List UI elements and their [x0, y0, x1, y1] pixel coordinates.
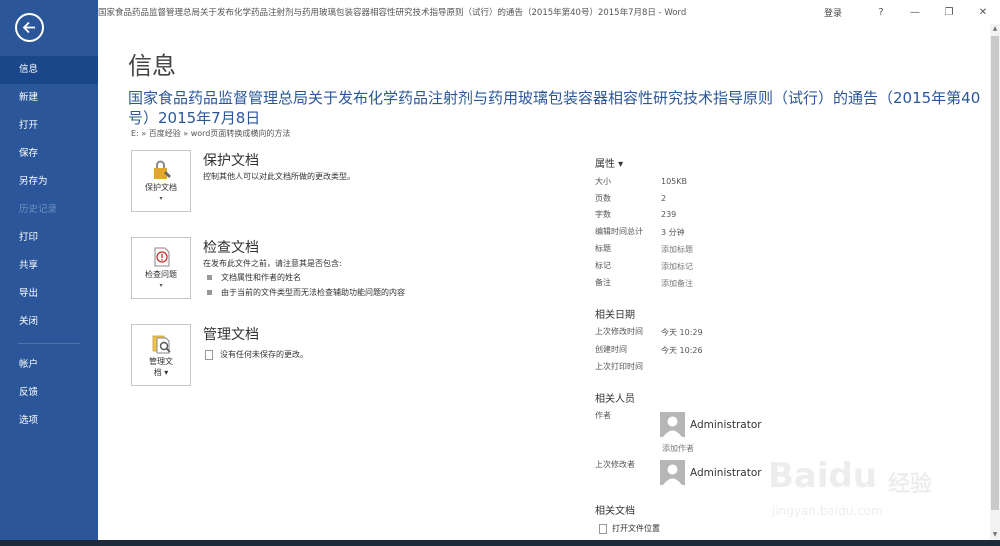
- prop-edit-time-label: 编辑时间总计: [595, 227, 643, 236]
- prop-comments-label: 备注: [595, 278, 611, 287]
- nav-share[interactable]: 共享: [0, 252, 98, 280]
- inspect-bullet: 由于当前的文件类型而无法检查辅助功能问题的内容: [207, 287, 405, 298]
- person-icon: [663, 416, 682, 437]
- protect-document-button[interactable]: 保护文档 ▾: [131, 150, 191, 212]
- vertical-scrollbar[interactable]: ▲ ▼: [990, 24, 1000, 540]
- prop-size-value: 105KB: [661, 177, 688, 186]
- open-file-location-link[interactable]: 打开文件位置: [599, 523, 660, 534]
- check-issues-button[interactable]: 检查问题 ▾: [131, 237, 191, 299]
- scroll-thumb[interactable]: [991, 36, 999, 510]
- watermark-jingyan: 经验: [888, 472, 933, 497]
- close-button[interactable]: ✕: [966, 0, 1000, 24]
- person-icon: [663, 464, 682, 485]
- backstage-sidebar: 信息 新建 打开 保存 另存为 历史记录 打印 共享 导出 关闭 帐户 反馈 选…: [0, 0, 98, 546]
- window-controls: 登录 ? — ❐ ✕: [824, 0, 1000, 24]
- inspect-tile-label: 检查问题: [145, 270, 177, 279]
- last-modified-by-label: 上次修改者: [595, 460, 635, 469]
- author-label: 作者: [595, 411, 611, 420]
- minimize-button[interactable]: —: [898, 0, 932, 24]
- add-comments-field[interactable]: 添加备注: [661, 278, 693, 289]
- manage-title: 管理文档: [203, 327, 259, 343]
- nav-export[interactable]: 导出: [0, 280, 98, 308]
- backstage-nav: 信息 新建 打开 保存 另存为 历史记录 打印 共享 导出 关闭 帐户 反馈 选…: [0, 56, 98, 435]
- help-button[interactable]: ?: [864, 0, 898, 24]
- watermark-brand: Baidu: [768, 456, 878, 496]
- page-icon: [599, 523, 607, 534]
- inspect-bullet: 文档属性和作者的姓名: [207, 272, 301, 283]
- back-arrow-icon: [22, 21, 35, 34]
- avatar: [660, 460, 685, 485]
- protect-tile-label: 保护文档: [145, 183, 177, 192]
- baidu-watermark: Baidu 经验 jingyan.baidu.com: [768, 436, 948, 526]
- prop-words-value: 239: [661, 210, 677, 219]
- nav-feedback[interactable]: 反馈: [0, 379, 98, 407]
- inspect-document-icon: [154, 247, 170, 267]
- created-value: 今天 10:26: [661, 346, 703, 355]
- nav-print[interactable]: 打印: [0, 224, 98, 252]
- nav-options[interactable]: 选项: [0, 407, 98, 435]
- scroll-down-icon[interactable]: ▼: [990, 530, 1000, 540]
- bullet-icon: [207, 275, 212, 280]
- inspect-bullet-text: 由于当前的文件类型而无法检查辅助功能问题的内容: [221, 288, 405, 297]
- last-modified-label: 上次修改时间: [595, 327, 643, 336]
- prop-pages-value: 2: [661, 194, 667, 203]
- nav-open[interactable]: 打开: [0, 112, 98, 140]
- modifier-name: Administrator: [690, 467, 762, 479]
- scroll-up-icon[interactable]: ▲: [990, 24, 1000, 34]
- last-modified-value: 今天 10:29: [661, 328, 703, 337]
- prop-tags-label: 标记: [595, 261, 611, 270]
- inspect-description: 在发布此文件之前，请注意其是否包含:: [203, 259, 342, 268]
- prop-words-label: 字数: [595, 210, 611, 219]
- manage-tile-label-line2: 档 ▾: [153, 368, 169, 377]
- manage-note: 没有任何未保存的更改。: [205, 349, 308, 360]
- nav-save[interactable]: 保存: [0, 140, 98, 168]
- protect-description: 控制其他人可以对此文档所做的更改类型。: [203, 172, 355, 181]
- inspect-title: 检查文档: [203, 240, 259, 256]
- author-name: Administrator: [690, 419, 762, 431]
- page-title: 信息: [128, 52, 176, 80]
- bullet-icon: [207, 290, 212, 295]
- back-button[interactable]: [15, 13, 44, 42]
- document-path: E: » 百度经验 » word页面转换成横向的方法: [131, 129, 291, 138]
- last-printed-label: 上次打印时间: [595, 362, 643, 371]
- protect-title: 保护文档: [203, 153, 259, 169]
- add-author-link[interactable]: 添加作者: [662, 443, 694, 454]
- chevron-down-icon: ▾: [159, 195, 163, 202]
- document-title: 国家食品药品监督管理总局关于发布化学药品注射剂与药用玻璃包装容器相容性研究技术指…: [128, 89, 981, 127]
- manage-tile-label-line1: 管理文: [149, 357, 173, 366]
- restore-button[interactable]: ❐: [932, 0, 966, 24]
- watermark-url: jingyan.baidu.com: [772, 504, 883, 518]
- page-icon: [205, 349, 213, 360]
- manage-document-icon: [152, 335, 171, 354]
- nav-divider: [18, 343, 80, 344]
- add-title-field[interactable]: 添加标题: [661, 244, 693, 255]
- related-people-heading: 相关人员: [595, 394, 635, 405]
- related-dates-heading: 相关日期: [595, 310, 635, 321]
- nav-new[interactable]: 新建: [0, 84, 98, 112]
- lock-icon: [154, 160, 171, 179]
- nav-history: 历史记录: [19, 204, 58, 215]
- related-documents-heading: 相关文档: [595, 506, 635, 517]
- chevron-down-icon: ▾: [159, 282, 163, 289]
- manage-tile-label: 管理文档 ▾: [132, 356, 190, 378]
- prop-pages-label: 页数: [595, 194, 611, 203]
- created-label: 创建时间: [595, 345, 627, 354]
- manage-document-button[interactable]: 管理文档 ▾: [131, 324, 191, 386]
- properties-dropdown[interactable]: 属性 ▾: [595, 155, 623, 170]
- nav-close[interactable]: 关闭: [0, 308, 98, 336]
- add-tags-field[interactable]: 添加标记: [661, 261, 693, 272]
- nav-account[interactable]: 帐户: [0, 351, 98, 379]
- prop-edit-time-value: 3 分钟: [661, 228, 685, 237]
- prop-title-label: 标题: [595, 244, 611, 253]
- prop-size-label: 大小: [595, 177, 611, 186]
- inspect-bullet-text: 文档属性和作者的姓名: [221, 273, 301, 282]
- manage-note-text: 没有任何未保存的更改。: [220, 350, 308, 359]
- nav-save-as[interactable]: 另存为: [0, 168, 98, 196]
- avatar: [660, 412, 685, 437]
- window-title: 国家食品药品监督管理总局关于发布化学药品注射剂与药用玻璃包装容器相容性研究技术指…: [98, 8, 687, 18]
- signin-link[interactable]: 登录: [824, 6, 842, 19]
- open-file-location-text: 打开文件位置: [612, 524, 660, 533]
- taskbar: [0, 540, 1000, 546]
- nav-info[interactable]: 信息: [0, 56, 98, 84]
